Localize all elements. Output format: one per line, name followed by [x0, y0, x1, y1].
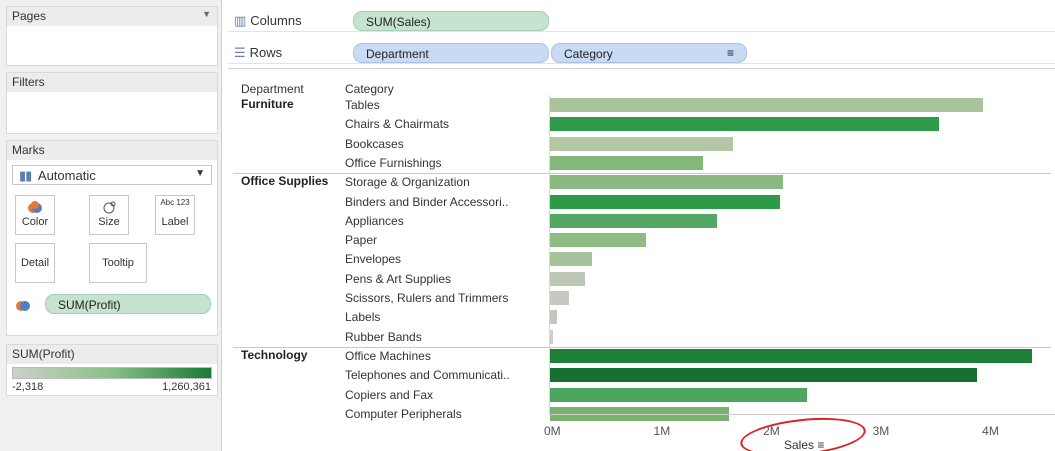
color-icon — [15, 298, 31, 315]
category-label: Scissors, Rulers and Trimmers — [345, 291, 509, 305]
category-label: Bookcases — [345, 136, 404, 151]
sales-bar[interactable] — [550, 348, 1032, 363]
chart-area: Department Category Furniture Tables Chair… — [228, 68, 1055, 451]
sales-bar[interactable] — [550, 310, 557, 325]
color-button[interactable]: Color — [15, 195, 55, 235]
sales-bar[interactable] — [550, 329, 554, 344]
color-label: Color — [21, 216, 49, 228]
category-label: Rubber Bands — [345, 329, 422, 344]
columns-label-text: Columns — [250, 13, 302, 28]
category-label: Appliances — [345, 213, 404, 228]
legend-min: -2,318 — [12, 381, 44, 393]
chevron-down-icon: ▼ — [195, 168, 205, 179]
category-label: Office Furnishings — [345, 155, 442, 170]
detail-label: Detail — [20, 257, 50, 269]
category-label: Paper — [345, 233, 378, 248]
filters-title: Filters — [12, 75, 45, 89]
color-gradient — [12, 367, 212, 379]
sales-bar[interactable] — [550, 194, 781, 209]
pages-card: Pages ▼ — [6, 6, 218, 66]
profit-legend: SUM(Profit) -2,318 1,260,361 — [6, 344, 218, 396]
category-pill[interactable]: Category ≡ — [551, 43, 747, 63]
category-label: Binders and Binder Accessori.. — [345, 194, 509, 209]
sales-bar[interactable] — [550, 368, 978, 383]
category-label: Office Machines — [345, 348, 431, 363]
department-pill[interactable]: Department — [353, 43, 549, 63]
rows-icon: ☰ — [234, 45, 246, 60]
x-tick-label: 4M — [982, 424, 999, 438]
sales-bar[interactable] — [550, 387, 808, 402]
bar-chart-icon: ▮▮ — [19, 168, 32, 183]
x-tick-label: 3M — [872, 424, 890, 438]
pages-card-header[interactable]: Pages ▼ — [7, 7, 217, 26]
marks-title: Marks — [12, 143, 45, 157]
label-label: Label — [161, 216, 189, 228]
size-label: Size — [98, 216, 120, 228]
sales-bar[interactable] — [550, 271, 586, 286]
category-pill-label: Category — [564, 47, 613, 61]
left-pane: Pages ▼ Filters Marks ▮▮ Automatic ▼ Col… — [0, 0, 222, 451]
sales-bar[interactable] — [550, 233, 647, 248]
sales-bar[interactable] — [550, 213, 717, 228]
category-label: Copiers and Fax — [345, 387, 434, 402]
size-icon — [90, 196, 128, 216]
sales-bar[interactable] — [550, 136, 733, 151]
legend-max: 1,260,361 — [162, 381, 211, 393]
category-header: Category — [345, 82, 394, 96]
department-label: Furniture — [241, 97, 294, 111]
sum-sales-pill[interactable]: SUM(Sales) — [353, 11, 549, 31]
category-label: Envelopes — [345, 252, 402, 267]
mark-type-value: Automatic — [37, 168, 96, 183]
department-label: Technology — [241, 347, 308, 362]
rows-shelf: ☰ Rows Department Category ≡ — [228, 42, 1055, 64]
sales-bar[interactable] — [550, 155, 704, 170]
detail-button[interactable]: Detail — [15, 243, 55, 283]
sales-bar[interactable] — [550, 98, 983, 112]
sales-bar[interactable] — [550, 252, 592, 267]
category-label: Storage & Organization — [345, 175, 470, 190]
department-separator — [233, 173, 1051, 175]
marks-card-header: Marks — [7, 141, 217, 160]
pages-title: Pages — [12, 9, 47, 23]
sales-bar[interactable] — [550, 175, 784, 190]
x-tick-label: 0M — [544, 424, 561, 438]
marks-card: Marks ▮▮ Automatic ▼ Color Size Abc 123 … — [6, 140, 218, 336]
red-highlight-circle — [738, 412, 868, 451]
mark-type-dropdown[interactable]: ▮▮ Automatic ▼ — [12, 165, 212, 185]
label-button[interactable]: Abc 123 Label — [155, 195, 195, 235]
columns-shelf-label: ▥ Columns — [234, 13, 302, 29]
category-label: Computer Peripherals — [345, 406, 462, 421]
legend-header: SUM(Profit) — [7, 345, 217, 364]
category-label: Tables — [345, 98, 380, 112]
tooltip-label: Tooltip — [102, 257, 134, 269]
department-label: Office Supplies — [241, 174, 329, 189]
rows-label-text: Rows — [249, 45, 283, 60]
sales-bar[interactable] — [550, 291, 569, 305]
x-tick-label: 1M — [653, 424, 671, 438]
label-icon: Abc 123 — [160, 198, 190, 207]
department-header: Department — [241, 82, 304, 96]
filters-card-header: Filters — [7, 73, 217, 92]
sum-profit-pill[interactable]: SUM(Profit) — [45, 294, 211, 314]
legend-title: SUM(Profit) — [12, 347, 75, 361]
sales-bar[interactable] — [550, 117, 939, 132]
tooltip-button[interactable]: Tooltip — [89, 243, 147, 283]
chevron-down-icon[interactable]: ▼ — [202, 9, 211, 19]
category-label: Labels — [345, 310, 381, 325]
color-icon — [16, 196, 54, 216]
department-separator — [233, 346, 1051, 348]
rows-shelf-label: ☰ Rows — [234, 45, 282, 61]
category-label: Chairs & Chairmats — [345, 117, 450, 132]
category-label: Pens & Art Supplies — [345, 271, 452, 286]
filters-card[interactable]: Filters — [6, 72, 218, 134]
category-label: Telephones and Communicati.. — [345, 368, 510, 383]
columns-shelf: ▥ Columns SUM(Sales) — [228, 10, 1055, 32]
sort-icon[interactable]: ≡ — [727, 46, 734, 60]
columns-icon: ▥ — [234, 13, 247, 28]
x-axis-line — [549, 414, 1055, 415]
size-button[interactable]: Size — [89, 195, 129, 235]
